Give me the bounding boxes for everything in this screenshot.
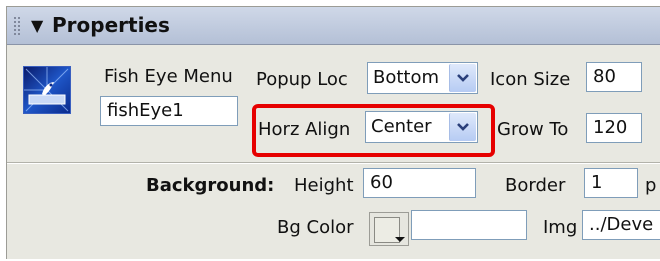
bg-color-picker-button[interactable] [369, 212, 409, 246]
panel-titlebar[interactable]: ▼ Properties [7, 7, 660, 45]
widget-id-field[interactable]: fishEye1 [100, 96, 238, 126]
icon-size-field[interactable]: 80 [586, 62, 642, 92]
chevron-down-icon[interactable] [449, 113, 476, 141]
popup-loc-label: Popup Loc [256, 69, 348, 90]
bg-color-field[interactable] [411, 210, 527, 240]
drag-grip-icon[interactable] [13, 16, 21, 36]
chevron-down-icon[interactable] [449, 64, 476, 92]
border-unit-label: p [645, 175, 657, 196]
popup-loc-value: Bottom [373, 67, 440, 88]
fish-eye-widget-icon [23, 66, 71, 114]
widget-type-label: Fish Eye Menu [104, 66, 233, 87]
img-label: Img [543, 217, 578, 238]
section-divider [7, 162, 660, 164]
horz-align-select[interactable]: Center [365, 111, 478, 143]
height-label: Height [294, 175, 354, 196]
popup-loc-select[interactable]: Bottom [367, 62, 478, 94]
img-path-field[interactable]: ../Deve [582, 210, 660, 240]
grow-to-field[interactable]: 120 [586, 113, 642, 143]
horz-align-label: Horz Align [258, 119, 351, 140]
bg-color-label: Bg Color [277, 217, 354, 238]
background-section-label: Background: [146, 175, 275, 196]
panel-title: Properties [52, 13, 170, 37]
dropdown-arrow-icon [395, 237, 405, 242]
border-field[interactable]: 1 [584, 168, 638, 198]
icon-size-label: Icon Size [490, 69, 571, 90]
height-field[interactable]: 60 [363, 168, 476, 198]
horz-align-value: Center [371, 116, 432, 137]
grow-to-label: Grow To [497, 119, 569, 140]
border-label: Border [505, 175, 566, 196]
collapse-triangle-icon[interactable]: ▼ [31, 16, 43, 35]
properties-panel: ▼ Properties Fish Eye Menu fishEye1 Popu… [6, 6, 660, 259]
